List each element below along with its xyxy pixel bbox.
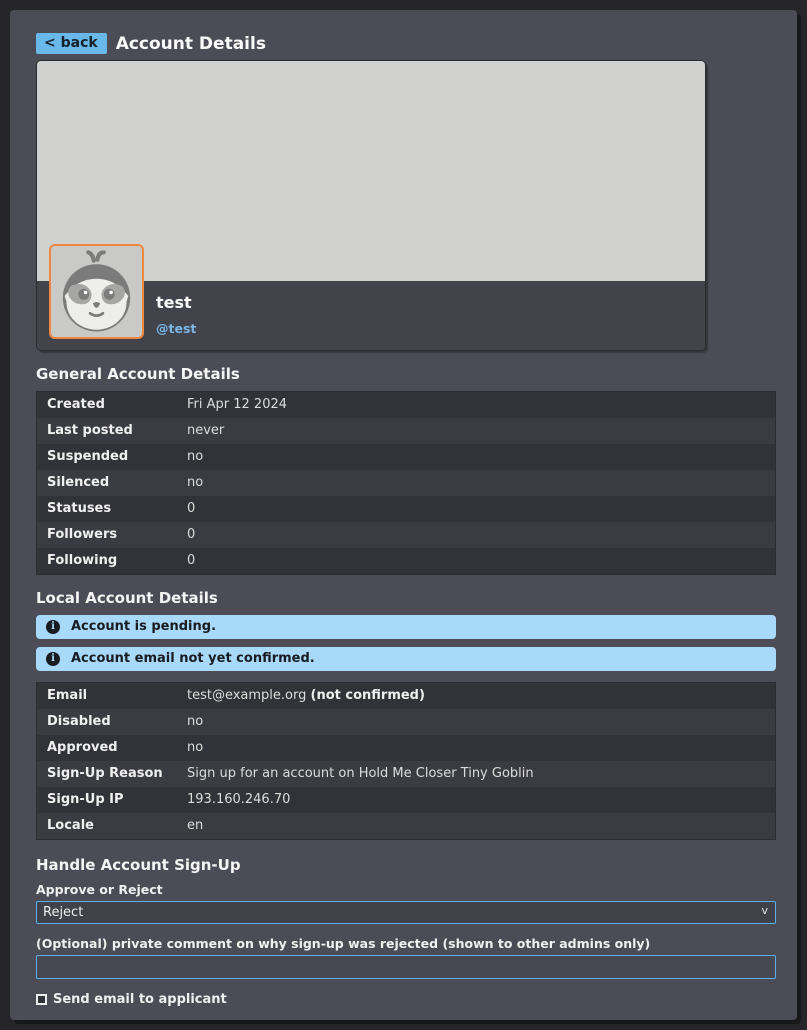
private-comment-label: (Optional) private comment on why sign-u… [36, 936, 776, 951]
account-handle-link[interactable]: @test [156, 321, 196, 336]
row-label: Email [47, 688, 187, 703]
profile-card: test @test [36, 60, 706, 351]
notice-text: Account email not yet confirmed. [71, 651, 315, 666]
row-label: Last posted [47, 423, 187, 438]
notice-text: Account is pending. [71, 619, 216, 634]
local-details-table: Email test@example.org (not confirmed) D… [36, 682, 776, 840]
row-value: no [187, 475, 203, 490]
row-value: 193.160.246.70 [187, 792, 290, 807]
table-row: Last posted never [37, 418, 775, 444]
sloth-avatar-icon [49, 244, 144, 339]
row-value: 0 [187, 553, 195, 568]
display-name: test [156, 293, 705, 312]
row-value: no [187, 449, 203, 464]
row-value-bold: (not confirmed) [311, 688, 425, 703]
row-value: never [187, 423, 224, 438]
page-title: Account Details [116, 34, 266, 54]
approve-reject-label: Approve or Reject [36, 882, 776, 897]
row-value: no [187, 740, 203, 755]
row-label: Followers [47, 527, 187, 542]
general-details-table: Created Fri Apr 12 2024 Last posted neve… [36, 391, 776, 575]
table-row: Statuses 0 [37, 496, 775, 522]
table-row: Locale en [37, 813, 775, 839]
row-label: Disabled [47, 714, 187, 729]
row-label: Silenced [47, 475, 187, 490]
table-row: Email test@example.org (not confirmed) [37, 683, 775, 709]
row-value: test@example.org (not confirmed) [187, 688, 425, 703]
send-email-label: Send email to applicant [53, 992, 227, 1007]
table-row: Suspended no [37, 444, 775, 470]
send-email-row: Send email to applicant [36, 992, 776, 1007]
table-row: Created Fri Apr 12 2024 [37, 392, 775, 418]
private-comment-input[interactable] [36, 955, 776, 979]
table-row: Silenced no [37, 470, 775, 496]
back-button[interactable]: < back [36, 33, 107, 54]
row-label: Created [47, 397, 187, 412]
approve-reject-select-wrap: Reject v [36, 901, 776, 924]
section-title-local: Local Account Details [36, 589, 776, 607]
row-value: Fri Apr 12 2024 [187, 397, 287, 412]
table-row: Disabled no [37, 709, 775, 735]
table-row: Following 0 [37, 548, 775, 574]
page-header: < back Account Details [36, 33, 776, 54]
row-label: Following [47, 553, 187, 568]
send-email-checkbox[interactable] [36, 994, 47, 1005]
row-label: Statuses [47, 501, 187, 516]
notice-account-pending: i Account is pending. [36, 615, 776, 639]
email-message-label: (Optional) message to include in email t… [36, 1019, 776, 1020]
info-icon: i [46, 652, 60, 666]
row-label: Locale [47, 818, 187, 833]
row-value: 0 [187, 501, 195, 516]
table-row: Followers 0 [37, 522, 775, 548]
row-label: Sign-Up Reason [47, 766, 187, 781]
row-label: Suspended [47, 449, 187, 464]
row-label: Approved [47, 740, 187, 755]
row-value: 0 [187, 527, 195, 542]
table-row: Sign-Up Reason Sign up for an account on… [37, 761, 775, 787]
notice-email-unconfirmed: i Account email not yet confirmed. [36, 647, 776, 671]
table-row: Sign-Up IP 193.160.246.70 [37, 787, 775, 813]
info-icon: i [46, 620, 60, 634]
account-details-panel: < back Account Details test @test [10, 10, 797, 1020]
row-value: Sign up for an account on Hold Me Closer… [187, 766, 534, 781]
section-title-general: General Account Details [36, 365, 776, 383]
approve-reject-select[interactable]: Reject [36, 901, 776, 924]
row-value: no [187, 714, 203, 729]
table-row: Approved no [37, 735, 775, 761]
row-value: en [187, 818, 203, 833]
row-label: Sign-Up IP [47, 792, 187, 807]
section-title-signup: Handle Account Sign-Up [36, 856, 776, 874]
